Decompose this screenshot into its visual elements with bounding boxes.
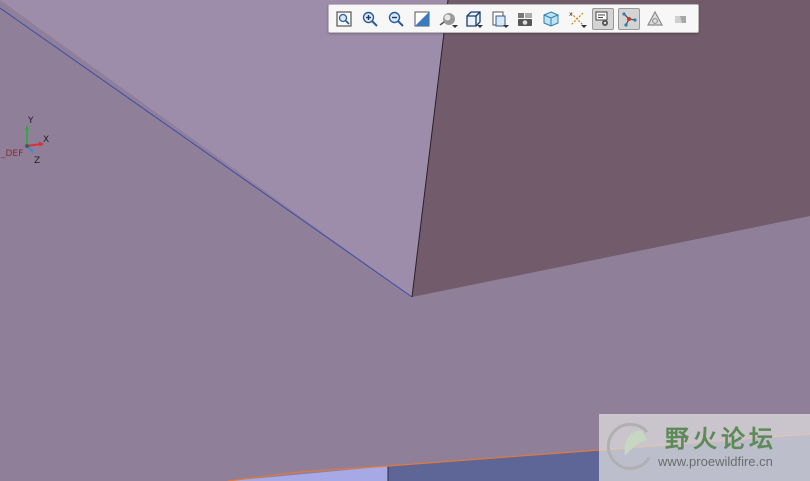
repaint-icon	[414, 11, 430, 26]
forum-url: www.proewildfire.cn	[658, 454, 773, 469]
spin-center-icon	[622, 11, 637, 27]
annotation-display-button[interactable]	[591, 7, 614, 30]
zoom-out-icon	[388, 11, 404, 27]
dropdown-arrow-icon	[477, 24, 484, 28]
forum-title: 野火论坛	[665, 425, 777, 453]
view-toolbar: x	[328, 4, 699, 33]
forum-watermark: 野火论坛 www.proewildfire.cn	[599, 414, 810, 481]
forum-logo-icon	[606, 422, 651, 470]
spin-center-button[interactable]	[617, 7, 640, 30]
graphics-viewport[interactable]	[0, 0, 810, 481]
svg-text:x: x	[569, 11, 573, 18]
appearance-icon	[674, 15, 686, 23]
repaint-button[interactable]	[411, 8, 433, 30]
appearance-button[interactable]	[670, 8, 692, 30]
section-cube-icon	[543, 10, 559, 27]
perspective-view-button[interactable]	[514, 8, 536, 30]
coordinate-triad: Y X Z _DEF	[0, 114, 60, 170]
triad-y-label: Y	[28, 116, 34, 126]
refit-icon	[336, 10, 352, 27]
refit-button[interactable]	[333, 8, 355, 30]
dropdown-arrow-icon	[503, 24, 510, 28]
triad-x-label: X	[43, 135, 50, 145]
view-manager-button[interactable]	[488, 8, 510, 30]
triad-z-label: Z	[34, 156, 41, 166]
camera-icon	[518, 12, 533, 26]
zoom-in-icon	[362, 11, 378, 27]
simulation-display-button[interactable]	[644, 8, 666, 30]
zoom-in-button[interactable]	[359, 8, 381, 30]
dropdown-arrow-icon	[451, 24, 458, 28]
saved-orientations-button[interactable]	[462, 8, 484, 30]
display-style-button[interactable]	[437, 8, 459, 30]
zoom-out-button[interactable]	[385, 8, 407, 30]
simulation-triangle-icon	[646, 10, 663, 26]
datum-display-button[interactable]: x	[566, 8, 588, 30]
annotation-display-icon	[595, 11, 608, 26]
triad-csys-label: _DEF	[1, 149, 24, 159]
section-view-button[interactable]	[540, 8, 562, 30]
dropdown-arrow-icon	[581, 24, 588, 28]
